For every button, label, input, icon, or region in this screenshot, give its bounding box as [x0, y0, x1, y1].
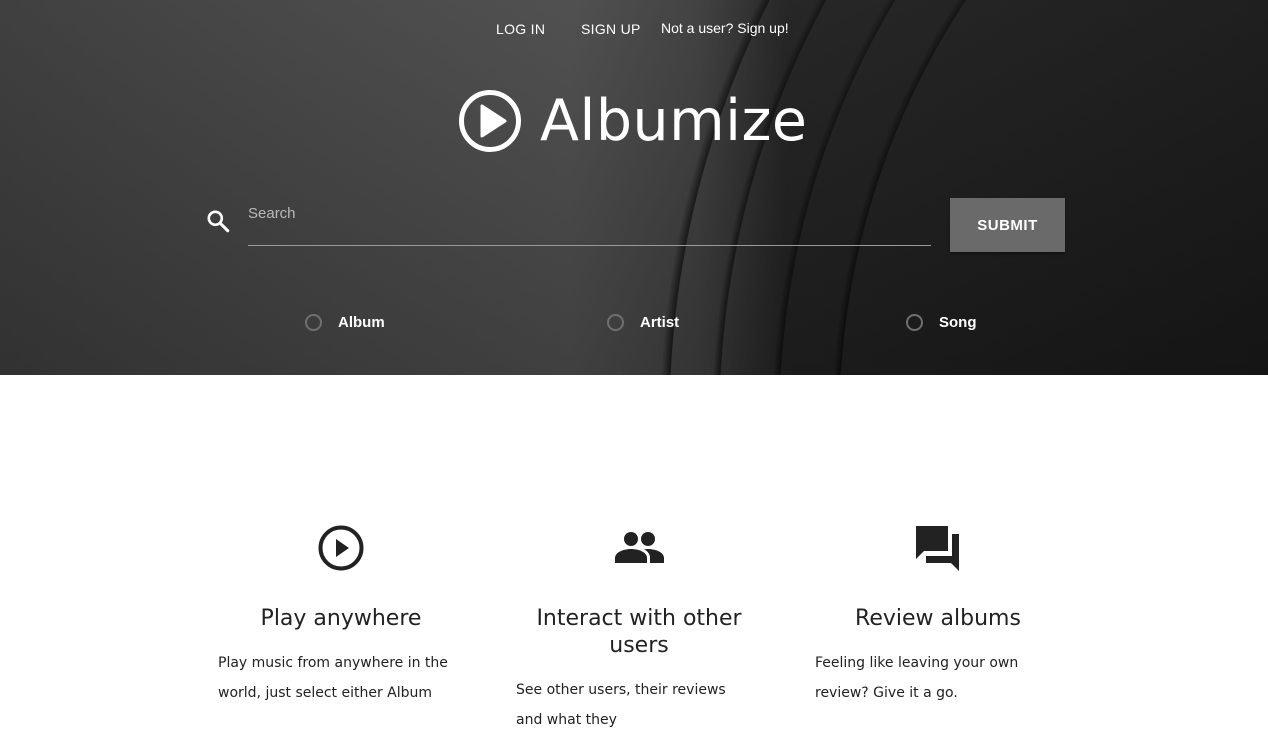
- brand-logo[interactable]: Albumize: [458, 88, 808, 154]
- forum-icon: [916, 526, 959, 571]
- brand-name: Albumize: [540, 88, 808, 154]
- hero-section: LOG IN SIGN UP Not a user? Sign up! Albu…: [0, 0, 1268, 375]
- login-link[interactable]: LOG IN: [496, 19, 545, 39]
- feature-title: Interact with other users: [536, 606, 742, 658]
- radio-circle[interactable]: [906, 313, 923, 331]
- search-icon: [207, 210, 230, 233]
- radio-circle[interactable]: [607, 313, 624, 331]
- feature-title: Play anywhere: [260, 606, 422, 631]
- signup-cta-link[interactable]: Not a user? Sign up!: [661, 18, 789, 38]
- top-nav: LOG IN SIGN UP Not a user? Sign up!: [0, 18, 1268, 38]
- people-icon: [615, 532, 664, 563]
- radio-artist-label: Artist: [640, 313, 680, 331]
- play-circle-icon: [459, 90, 521, 152]
- radio-song-label: Song: [939, 313, 977, 331]
- submit-button[interactable]: SUBMIT: [950, 198, 1065, 252]
- feature-title: Review albums: [855, 606, 1021, 631]
- radio-artist[interactable]: Artist: [607, 312, 679, 332]
- feature-text: Play music from anywhere in the world, j…: [218, 655, 448, 701]
- signup-link[interactable]: SIGN UP: [581, 19, 641, 39]
- feature-text: Feeling like leaving your own review? Gi…: [815, 655, 1019, 701]
- radio-circle[interactable]: [305, 313, 322, 331]
- play-circle-outline-icon: [318, 525, 364, 571]
- radio-album-label: Album: [338, 313, 385, 331]
- radio-album[interactable]: Album: [305, 312, 385, 332]
- features-section: Play anywhere Play music from anywhere i…: [0, 375, 1268, 728]
- radio-song[interactable]: Song: [906, 312, 977, 332]
- feature-text: See other users, their reviews and what …: [516, 682, 726, 728]
- search-input[interactable]: [248, 196, 931, 246]
